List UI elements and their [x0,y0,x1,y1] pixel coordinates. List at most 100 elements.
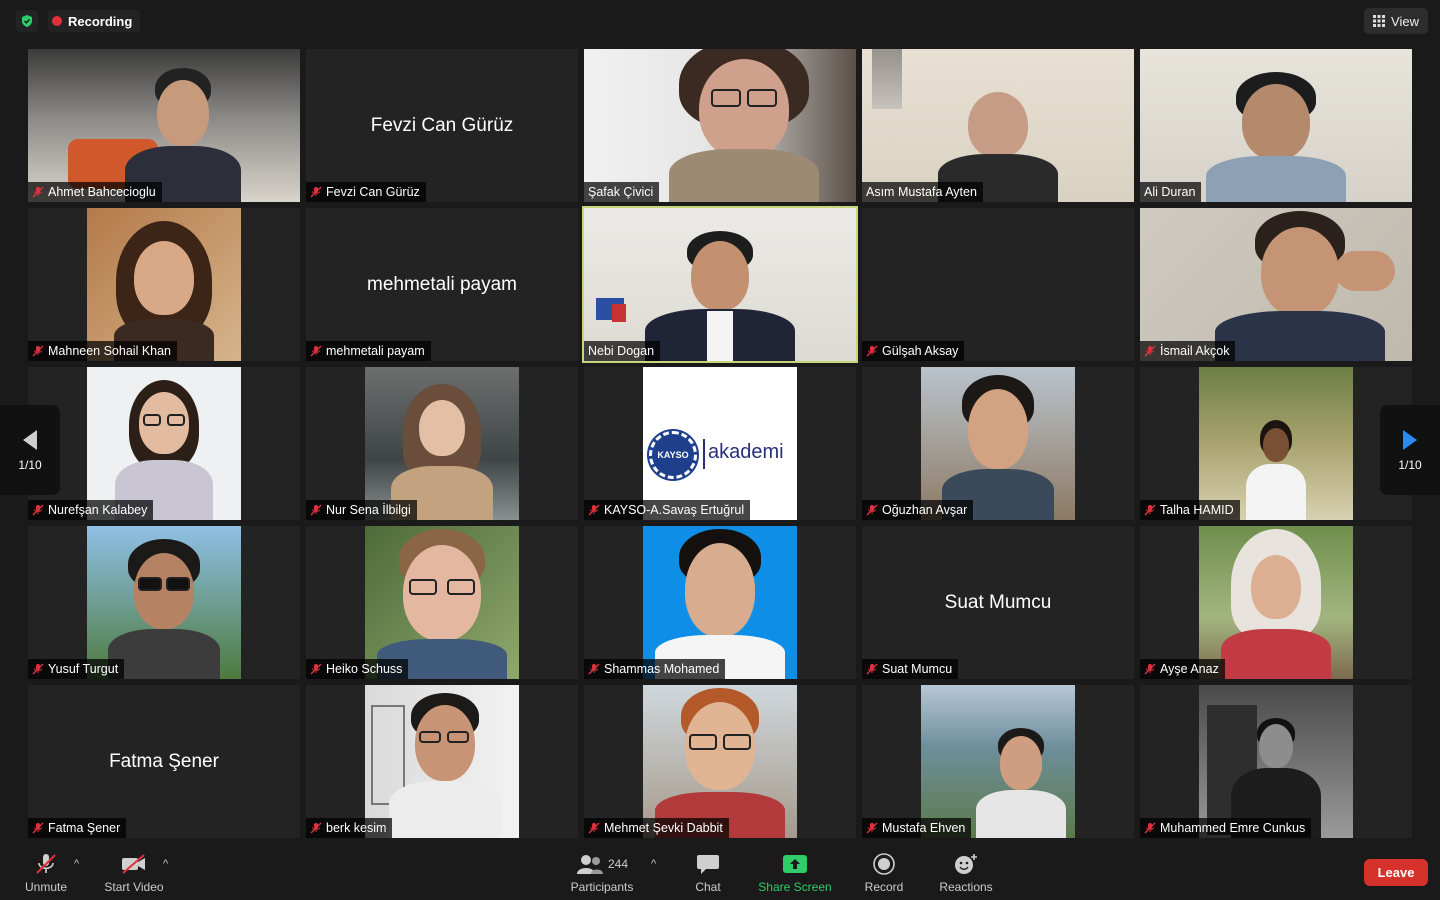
participant-tile[interactable]: Mehmet Şevki Dabbit [584,685,856,838]
participant-tile[interactable]: berk kesim [306,685,578,838]
participant-tile[interactable]: Asım Mustafa Ayten [862,49,1134,202]
muted-mic-icon [310,504,322,516]
muted-mic-icon [310,186,322,198]
participant-tile[interactable]: Mahneen Sohail Khan [28,208,300,361]
participant-tile[interactable]: mehmetali payam mehmetali payam [306,208,578,361]
participant-name: Shammas Mohamed [604,662,720,676]
muted-mic-icon [32,663,44,675]
arrow-right-icon [1403,430,1417,450]
participant-name: Talha HAMID [1160,503,1234,517]
participant-tile[interactable]: Nur Sena İlbilgi [306,367,578,520]
page-indicator-left: 1/10 [18,458,42,472]
participant-name: KAYSO-A.Savaş Ertuğrul [604,503,745,517]
participant-video [87,367,241,520]
muted-mic-icon [1144,504,1156,516]
participant-tile[interactable]: Ayşe Anaz [1140,526,1412,679]
participants-options-caret-icon[interactable]: ^ [651,858,656,870]
participant-tile[interactable]: Heiko Schuss [306,526,578,679]
participant-name: Heiko Schuss [326,662,403,676]
participant-name-label: İsmail Akçok [1140,341,1236,361]
participant-name-label: Mustafa Ehven [862,818,972,838]
participants-label: Participants [570,880,634,894]
participants-button[interactable]: 244 Participants [566,852,638,894]
muted-mic-icon [1144,663,1156,675]
muted-mic-icon [588,663,600,675]
participant-video [921,685,1075,838]
chat-button[interactable]: Chat [690,852,726,894]
chat-label: Chat [695,880,721,894]
recording-label: Recording [68,13,133,29]
participant-video [862,49,1134,202]
participant-video [365,367,519,520]
participant-name: Ali Duran [1144,185,1196,199]
record-icon [873,853,895,875]
participant-tile[interactable]: Oğuzhan Avşar [862,367,1134,520]
audio-options-caret-icon[interactable]: ^ [74,858,79,870]
leave-meeting-button[interactable]: Leave [1364,859,1428,886]
participant-tile[interactable]: İsmail Akçok [1140,208,1412,361]
video-options-caret-icon[interactable]: ^ [163,858,168,870]
participant-name-label: Shammas Mohamed [584,659,726,679]
participant-name: Ayşe Anaz [1160,662,1219,676]
security-shield-icon[interactable] [16,10,38,32]
participant-tile[interactable]: Yusuf Turgut [28,526,300,679]
chat-bubble-icon [697,855,719,874]
participant-tile-active-speaker[interactable]: Nebi Dogan [582,206,858,363]
next-page-button[interactable]: 1/10 [1380,405,1440,495]
participant-name: Mehmet Şevki Dabbit [604,821,723,835]
participants-count: 244 [607,857,629,871]
participant-name: Mahneen Sohail Khan [48,344,172,358]
participant-display-name: Suat Mumcu [944,591,1052,613]
reactions-smiley-icon [955,854,977,874]
muted-mic-icon [1144,345,1156,357]
reactions-button[interactable]: Reactions [936,852,996,894]
participant-name: Fevzi Can Gürüz [326,185,420,199]
participant-tile[interactable]: Ali Duran [1140,49,1412,202]
participant-tile[interactable]: Nurefşan Kalabey [28,367,300,520]
muted-mic-icon [866,822,878,834]
participant-tile[interactable]: Fatma Şener Fatma Şener [28,685,300,838]
view-button[interactable]: View [1364,8,1428,34]
kayso-badge-text: KAYSO [657,450,689,460]
participant-name: Nurefşan Kalabey [48,503,148,517]
participant-name: İsmail Akçok [1160,344,1230,358]
start-video-button[interactable]: Start Video [100,852,168,894]
share-screen-button[interactable]: Share Screen [756,852,834,894]
previous-page-button[interactable]: 1/10 [0,405,60,495]
muted-mic-icon [32,186,44,198]
participant-tile[interactable]: Talha HAMID [1140,367,1412,520]
participant-name: Asım Mustafa Ayten [866,185,977,199]
participant-tile[interactable]: KAYSO akademi KAYSO-A.Savaş Ertuğrul [584,367,856,520]
participant-name: Muhammed Emre Cunkus [1160,821,1306,835]
participant-name: Ahmet Bahcecioglu [48,185,156,199]
participant-tile[interactable]: Şafak Çivici [584,49,856,202]
participant-video [643,526,797,679]
video-gallery: Ahmet Bahcecioglu Fevzi Can Gürüz Fevzi … [28,49,1412,838]
participant-video [921,367,1075,520]
muted-microphone-icon [36,854,56,874]
participant-video [643,685,797,838]
record-button[interactable]: Record [862,852,906,894]
participant-display-name: mehmetali payam [367,273,517,295]
unmute-button[interactable]: Unmute [22,852,70,894]
recording-indicator[interactable]: Recording [48,10,141,32]
participant-video [1140,208,1412,361]
participant-tile[interactable]: Gülşah Aksay [862,208,1134,361]
participant-tile[interactable]: Suat Mumcu Suat Mumcu [862,526,1134,679]
muted-mic-icon [866,663,878,675]
participant-tile[interactable]: Fevzi Can Gürüz Fevzi Can Gürüz [306,49,578,202]
participant-name-label: Heiko Schuss [306,659,409,679]
participant-name: mehmetali payam [326,344,425,358]
participant-name-label: mehmetali payam [306,341,431,361]
share-screen-label: Share Screen [758,880,832,894]
participant-name-label: Muhammed Emre Cunkus [1140,818,1312,838]
participant-name-label: Fatma Şener [28,818,127,838]
participant-video [1199,367,1353,520]
participant-tile[interactable]: Muhammed Emre Cunkus [1140,685,1412,838]
participant-tile[interactable]: Shammas Mohamed [584,526,856,679]
participant-tile[interactable]: Ahmet Bahcecioglu [28,49,300,202]
participant-video [87,526,241,679]
participant-tile[interactable]: Mustafa Ehven [862,685,1134,838]
participant-name-label: Nurefşan Kalabey [28,500,154,520]
participant-name-label: Ali Duran [1140,182,1202,202]
